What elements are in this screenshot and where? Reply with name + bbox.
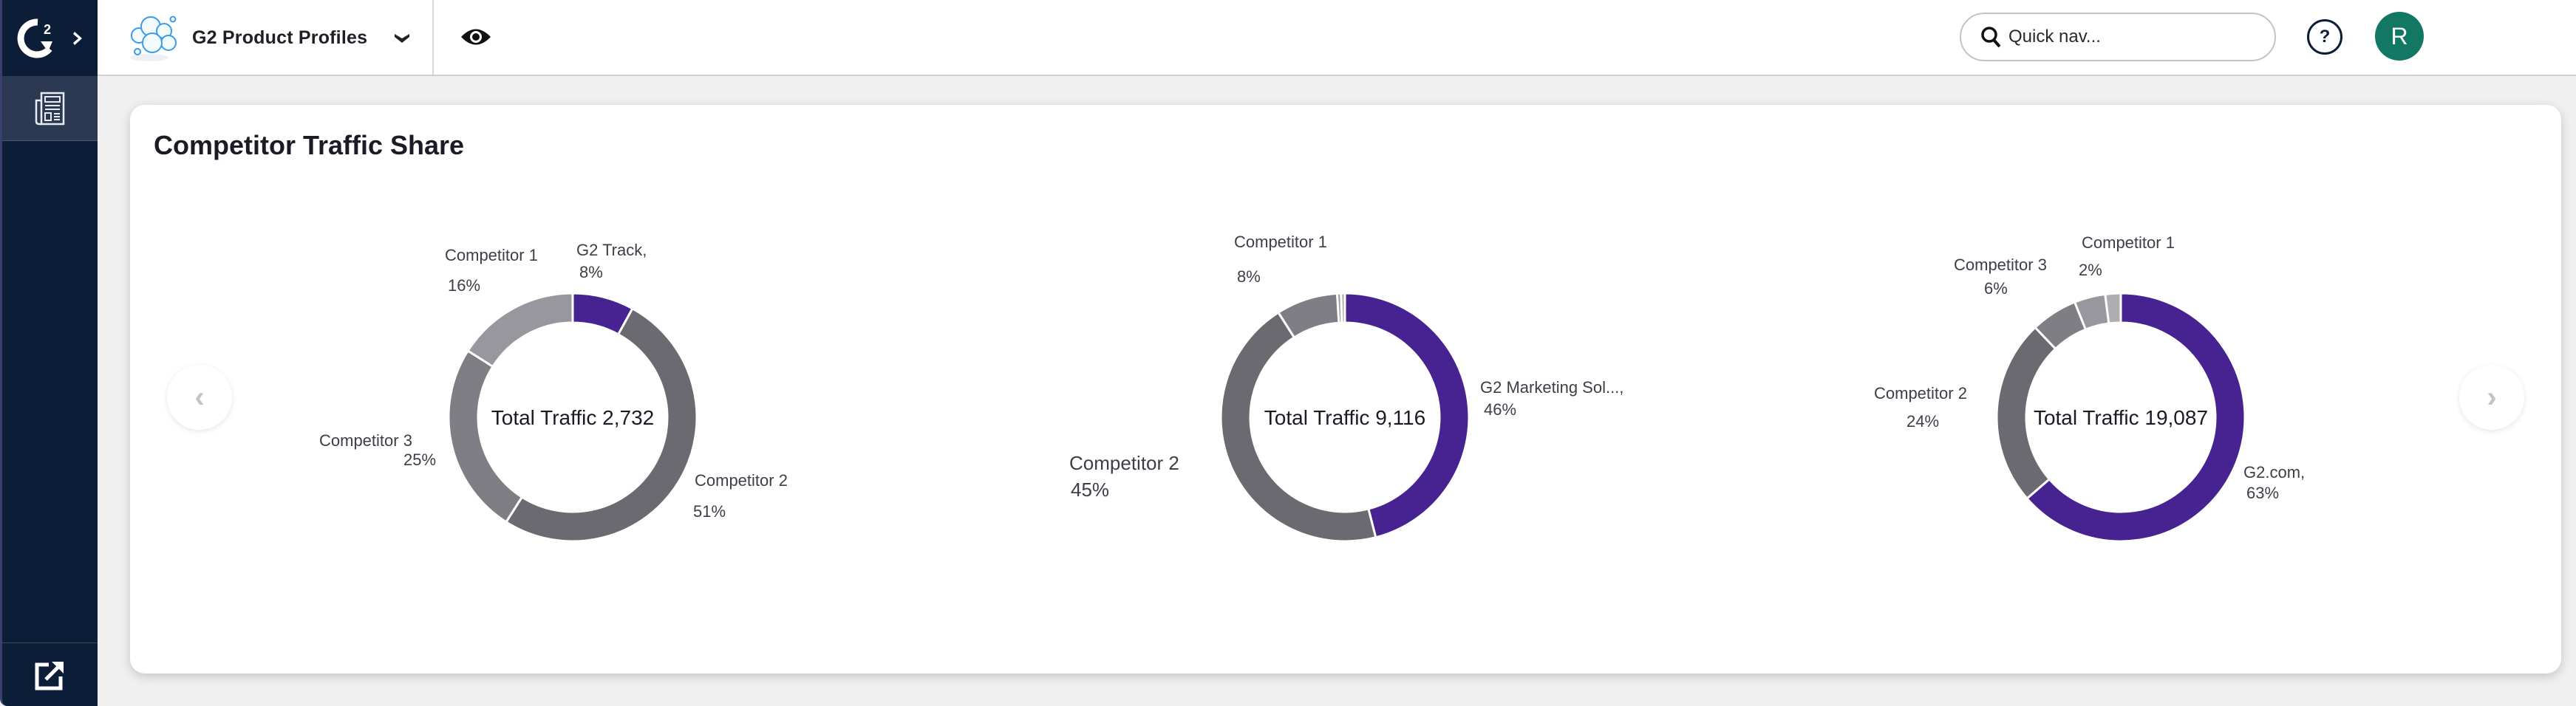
- carousel-next-button[interactable]: ›: [2459, 365, 2524, 430]
- cloud-logo-icon: [130, 16, 177, 61]
- carousel-prev-button[interactable]: ‹: [167, 365, 232, 430]
- chevron-left-icon: ‹: [194, 380, 205, 414]
- external-link-icon: [35, 661, 64, 690]
- newspaper-icon: [35, 92, 64, 125]
- donut-slice[interactable]: [2104, 292, 2122, 325]
- donut-slice[interactable]: [1340, 292, 1346, 324]
- user-avatar[interactable]: R: [2375, 12, 2424, 61]
- chevron-right-icon: [72, 31, 82, 45]
- svg-text:2: 2: [44, 22, 51, 37]
- help-icon: ?: [2319, 27, 2331, 47]
- top-header: G2 Product Profiles ? R: [98, 0, 2576, 76]
- sidebar-item-reports[interactable]: [2, 76, 98, 141]
- help-button[interactable]: ?: [2307, 19, 2342, 55]
- chevron-down-icon[interactable]: [394, 32, 410, 44]
- quick-nav-input[interactable]: [2008, 27, 2252, 47]
- product-switcher[interactable]: G2 Product Profiles: [127, 10, 410, 65]
- header-divider: [432, 0, 434, 75]
- product-name: G2 Product Profiles: [192, 27, 368, 48]
- avatar-initial: R: [2391, 22, 2408, 49]
- view-toggle-button[interactable]: [460, 21, 492, 53]
- sidebar: 2: [0, 0, 98, 706]
- eye-icon: [461, 29, 491, 45]
- chevron-right-icon: ›: [2487, 380, 2497, 414]
- card-title: Competitor Traffic Share: [154, 130, 465, 160]
- competitor-traffic-card: Competitor Traffic Share ‹ ›: [130, 105, 2561, 674]
- quick-nav-search[interactable]: [1960, 13, 2276, 61]
- external-link-button[interactable]: [2, 643, 98, 706]
- search-icon: [1981, 27, 2001, 48]
- g2-logo-button[interactable]: 2: [2, 0, 98, 76]
